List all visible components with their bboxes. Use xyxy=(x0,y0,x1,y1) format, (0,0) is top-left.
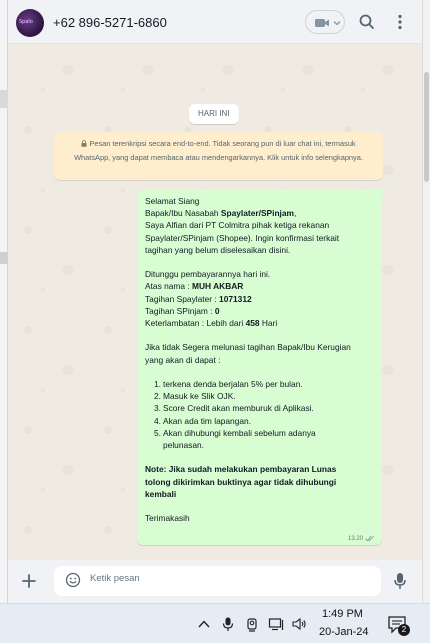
taskbar-date[interactable]: 20-Jan-24 xyxy=(319,626,369,638)
list-text: Akan dihubungi kembali sebelum adanya xyxy=(163,427,316,438)
overdue-value: 458 xyxy=(245,318,260,329)
list-number: 1. xyxy=(154,379,161,389)
encryption-notice-label: Pesan terenkripsi secara end-to-end. Tid… xyxy=(74,139,363,162)
spinjam-label: Tagihan SPinjam : xyxy=(145,305,215,316)
list-text: Masuk ke Slik OJK. xyxy=(163,391,236,402)
bubble-tail xyxy=(382,189,389,197)
message-time: 13.20 xyxy=(347,535,363,542)
menu-button[interactable] xyxy=(390,12,410,32)
message-line: Selamat Siang xyxy=(145,196,200,206)
note-text: kembali xyxy=(145,488,177,499)
account-name-label: Atas nama : xyxy=(145,281,193,292)
video-call-button[interactable] xyxy=(305,10,345,34)
message-line: Atas nama : MUH AKBAR xyxy=(145,280,374,292)
list-item: pelunasan. xyxy=(145,439,374,451)
message-line: Keterlambatan : Lebih dari 458 Hari xyxy=(145,317,374,329)
note-text: Note: Jika sudah melakukan pembayaran Lu… xyxy=(145,464,337,475)
list-text: pelunasan. xyxy=(163,440,204,451)
spinjam-value: 0 xyxy=(214,305,220,316)
message-line: yang akan di dapat : xyxy=(145,354,221,365)
date-separator: HARI INI xyxy=(189,104,239,124)
microphone-icon[interactable] xyxy=(220,616,236,632)
list-item: 2. Masuk ke Slik OJK. xyxy=(145,390,374,402)
message-line: tolong dikirimkan buktinya agar tidak di… xyxy=(145,476,374,488)
background-app-tab xyxy=(0,252,8,264)
notification-badge: 2 xyxy=(398,624,410,636)
emoji-icon xyxy=(65,572,81,588)
camera-privacy-icon[interactable] xyxy=(244,616,260,632)
contact-name[interactable]: +62 896-5271-6860 xyxy=(53,15,167,30)
taskbar-time[interactable]: 1:49 PM xyxy=(322,608,363,620)
list-number: 4. xyxy=(154,415,161,426)
message-text: , xyxy=(294,208,297,219)
outgoing-message[interactable]: Selamat Siang Bapak/Ibu Nasabah Spaylate… xyxy=(137,189,382,545)
emoji-button[interactable] xyxy=(65,572,81,588)
overdue-unit: Hari xyxy=(259,318,278,329)
message-line: Tagihan Spaylater : 1071312 xyxy=(145,293,374,305)
attach-button[interactable] xyxy=(20,572,38,590)
list-text: Score Credit akan memburuk di Aplikasi. xyxy=(163,403,314,414)
search-button[interactable] xyxy=(357,12,377,32)
video-camera-icon xyxy=(315,19,341,27)
spaylater-label: Tagihan Spaylater : xyxy=(145,293,220,304)
message-line: Tagihan SPinjam : 0 xyxy=(145,305,374,317)
background-app-tab xyxy=(0,90,8,108)
message-text: Bapak/Ibu Nasabah xyxy=(145,208,221,219)
message-line: kembali xyxy=(145,488,374,500)
message-line: tagihan yang belum diselesaikan disini. xyxy=(145,244,291,255)
more-vertical-icon xyxy=(398,14,402,30)
message-line: Ditunggu pembayarannya hari ini. xyxy=(145,269,271,280)
list-item: 4. Akan ada tim lapangan. xyxy=(145,415,374,427)
spaylater-value: 1071312 xyxy=(219,293,252,304)
message-line: Saya Alfian dari PT Colmitra pihak ketig… xyxy=(145,220,330,231)
message-meta: 13.20 xyxy=(348,535,375,542)
windows-taskbar: 1:49 PM 20-Jan-24 2 xyxy=(0,603,430,643)
avatar[interactable]: Spalo xyxy=(16,9,44,37)
lock-icon xyxy=(81,140,87,147)
network-icon[interactable] xyxy=(268,616,284,632)
consequence-list: 1. terkena denda berjalan 5% per bulan. 2… xyxy=(145,378,374,451)
volume-icon[interactable] xyxy=(291,616,307,632)
list-number: 2. xyxy=(154,391,161,402)
scrollbar[interactable] xyxy=(422,0,430,603)
microphone-icon xyxy=(394,573,406,589)
message-line: Terimakasih xyxy=(145,513,190,524)
message-line: Spaylater/SPinjam (Shopee). Ingin konfir… xyxy=(145,232,340,243)
background-app-edge xyxy=(0,0,8,603)
chevron-up-icon[interactable] xyxy=(196,616,212,632)
message-composer: Ketik pesan xyxy=(8,560,422,603)
note-text: tolong dikirimkan buktinya agar tidak di… xyxy=(145,476,337,487)
list-text: terkena denda berjalan 5% per bulan. xyxy=(163,379,303,389)
encryption-notice-text: Pesan terenkripsi secara end-to-end. Tid… xyxy=(64,137,373,164)
overdue-label: Keterlambatan : Lebih dari xyxy=(145,318,246,329)
encryption-notice[interactable]: Pesan terenkripsi secara end-to-end. Tid… xyxy=(54,132,383,180)
plus-icon xyxy=(22,574,36,588)
list-text: Akan ada tim lapangan. xyxy=(163,415,251,426)
message-input-placeholder[interactable]: Ketik pesan xyxy=(90,573,140,584)
scrollbar-thumb[interactable] xyxy=(424,72,429,182)
message-line: Note: Jika sudah melakukan pembayaran Lu… xyxy=(145,463,374,475)
list-item: 1. terkena denda berjalan 5% per bulan. xyxy=(145,378,374,390)
list-number: 5. xyxy=(154,427,161,438)
chat-window: Spalo +62 896-5271-6860 HARI INI Pesan t… xyxy=(8,0,422,603)
list-item: 3. Score Credit akan memburuk di Aplikasi… xyxy=(145,402,374,414)
list-item: 5. Akan dihubungi kembali sebelum adanya xyxy=(145,427,374,439)
list-number: 3. xyxy=(154,403,161,414)
double-check-icon xyxy=(365,535,374,542)
chat-header[interactable]: Spalo +62 896-5271-6860 xyxy=(8,0,422,44)
search-icon xyxy=(359,14,374,29)
message-bold-text: Spaylater/SPinjam xyxy=(220,208,294,219)
voice-message-button[interactable] xyxy=(393,571,407,591)
avatar-text: Spalo xyxy=(19,19,33,25)
message-body: Selamat Siang Bapak/Ibu Nasabah Spaylate… xyxy=(145,195,374,524)
account-name-value: MUH AKBAR xyxy=(192,281,244,292)
message-line: Bapak/Ibu Nasabah Spaylater/SPinjam, xyxy=(145,207,374,219)
message-line: Jika tidak Segera melunasi tagihan Bapak… xyxy=(145,342,351,353)
